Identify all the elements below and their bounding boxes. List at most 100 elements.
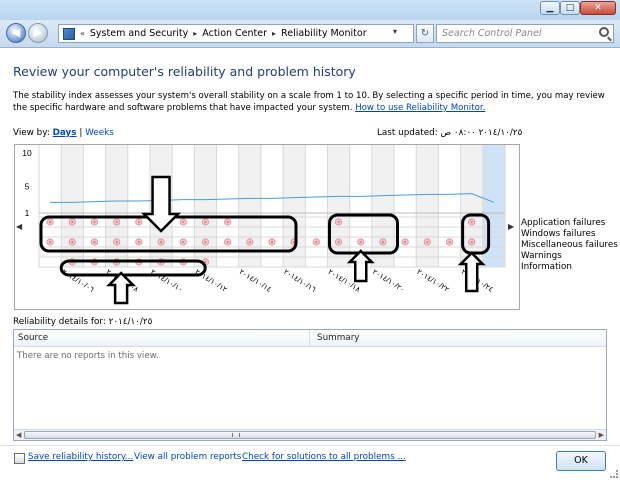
misc-failure-marker-glyph: × xyxy=(93,240,96,246)
legend-application-failures: Application failures xyxy=(521,218,606,228)
legend-windows-failures: Windows failures xyxy=(521,229,596,239)
title-bar: ▁ □ ✕ xyxy=(0,0,620,20)
misc-failure-marker-glyph: × xyxy=(315,240,318,246)
breadcrumb-separator-icon[interactable]: ▸ xyxy=(272,29,276,38)
column-shade xyxy=(238,145,261,267)
column-shade xyxy=(194,145,217,267)
minimize-button[interactable]: ▁ xyxy=(540,1,560,15)
column-shade xyxy=(105,145,128,267)
help-link[interactable]: How to use Reliability Monitor. xyxy=(355,103,485,113)
misc-failure-marker-glyph: × xyxy=(182,240,185,246)
x-tick-label: ٢٠١٤/١٠/٢٠ xyxy=(371,267,407,294)
search-icon[interactable] xyxy=(599,27,609,37)
y-tick-label: 10 xyxy=(22,148,32,158)
scrollbar-thumb[interactable] xyxy=(24,431,596,439)
check-solutions-link[interactable]: Check for solutions to all problems ... xyxy=(242,452,406,462)
x-tick-label: ٢٠١٤/١٠/١٤ xyxy=(238,267,274,294)
last-updated-value: ٢٠١٤/١٠/٢٥ ٠٨:٠٠ ص xyxy=(440,128,523,138)
scroll-left-icon[interactable]: ◀ xyxy=(16,430,21,440)
close-button[interactable]: ✕ xyxy=(580,1,616,15)
misc-failure-marker-glyph: × xyxy=(204,240,207,246)
address-dropdown-icon[interactable]: ▾ xyxy=(393,27,397,36)
save-icon xyxy=(14,453,25,464)
application-failure-marker-glyph: × xyxy=(204,220,207,226)
last-updated: Last updated: ٢٠١٤/١٠/٢٥ ٠٨:٠٠ ص xyxy=(377,128,522,138)
view-weeks-link[interactable]: Weeks xyxy=(85,128,114,138)
x-tick-label: ٢٠١٤/١٠/٠٦ xyxy=(60,267,96,294)
breadcrumb-action-center[interactable]: Action Center xyxy=(202,28,267,39)
misc-failure-marker-glyph: × xyxy=(426,240,429,246)
search-input[interactable]: Search Control Panel xyxy=(436,24,614,43)
save-history-link[interactable]: Save reliability history... xyxy=(28,452,133,462)
x-tick-label: ٢٠١٤/١٠/١٦ xyxy=(282,267,318,294)
horizontal-scrollbar[interactable]: ◀ ▶ xyxy=(14,429,606,440)
search-placeholder: Search Control Panel xyxy=(442,28,542,39)
annotation-arrow-up xyxy=(346,249,375,283)
details-label: Reliability details for: ٢٠١٤/١٠/٢٥ xyxy=(13,317,153,327)
column-shade xyxy=(61,145,84,267)
application-failure-marker-glyph: × xyxy=(182,220,185,226)
resize-grip-icon[interactable] xyxy=(610,470,618,478)
breadcrumb-reliability-monitor[interactable]: Reliability Monitor xyxy=(281,28,367,39)
misc-failure-marker-glyph: × xyxy=(71,240,74,246)
view-by: View by: Days | Weeks xyxy=(13,128,114,138)
footer: Save reliability history... View all pro… xyxy=(0,445,620,480)
column-summary[interactable]: Summary xyxy=(317,333,360,343)
view-all-reports-link[interactable]: View all problem reports xyxy=(134,452,241,462)
scroll-right-icon[interactable]: ▶ xyxy=(599,430,604,440)
chart-scroll-left-icon[interactable]: ◀ xyxy=(16,222,22,231)
column-source[interactable]: Source xyxy=(18,333,48,343)
reliability-chart[interactable]: 10 5 1 × × × × × × × × × × × × × × × × × × × × × × × × × × × × × × × × × × × ×… xyxy=(14,144,520,310)
misc-failure-marker-glyph: × xyxy=(337,240,340,246)
application-failure-marker-glyph: × xyxy=(337,220,340,226)
application-failure-marker-glyph: × xyxy=(137,220,140,226)
ok-button[interactable]: OK xyxy=(556,451,606,471)
legend-miscellaneous-failures: Miscellaneous failures xyxy=(521,240,618,250)
misc-failure-marker-glyph: × xyxy=(448,240,451,246)
breadcrumb-overflow-icon[interactable]: « xyxy=(80,29,85,38)
x-tick-label: ٢٠١٤/١٠/١٠ xyxy=(149,267,185,294)
navigation-bar: ◀ ▶ « System and Security ▸ Action Cente… xyxy=(0,20,620,48)
application-failure-marker-glyph: × xyxy=(226,220,229,226)
misc-failure-marker-glyph: × xyxy=(248,240,251,246)
view-separator: | xyxy=(79,128,83,138)
back-button[interactable]: ◀ xyxy=(6,23,26,43)
application-failure-marker-glyph: × xyxy=(71,220,74,226)
refresh-button[interactable]: ↻ xyxy=(416,24,434,43)
scroll-grip xyxy=(232,433,240,437)
forward-button[interactable]: ▶ xyxy=(28,23,48,43)
description-text: The stability index assesses your system… xyxy=(13,91,605,113)
misc-failure-marker-glyph: × xyxy=(470,240,473,246)
misc-failure-marker-glyph: × xyxy=(160,240,163,246)
x-tick-label: ٢٠١٤/١٠/١٢ xyxy=(193,267,229,294)
address-bar[interactable]: « System and Security ▸ Action Center ▸ … xyxy=(58,24,414,43)
misc-failure-marker-glyph: × xyxy=(137,240,140,246)
misc-failure-marker-glyph: × xyxy=(226,240,229,246)
page-description: The stability index assesses your system… xyxy=(13,90,611,114)
reliability-chart-svg: 1051× × × × × × × × × ×× × × × × × × × × × × × × × × × × × × ×× × × × × ×… xyxy=(22,145,506,305)
application-failure-marker-glyph: × xyxy=(470,220,473,226)
column-shade xyxy=(416,145,439,267)
view-days-link[interactable]: Days xyxy=(53,128,77,138)
misc-failure-marker-glyph: × xyxy=(115,240,118,246)
y-tick-label: 1 xyxy=(25,208,30,218)
breadcrumb-system-and-security[interactable]: System and Security xyxy=(90,28,188,39)
misc-failure-marker-glyph: × xyxy=(404,240,407,246)
legend-information: Information xyxy=(521,262,572,272)
application-failure-marker-glyph: × xyxy=(115,220,118,226)
legend-warnings: Warnings xyxy=(521,251,562,261)
misc-failure-marker-glyph: × xyxy=(271,240,274,246)
x-tick-label: ٢٠١٤/١٠/٢٢ xyxy=(415,267,451,294)
column-shade xyxy=(371,145,395,267)
misc-failure-marker-glyph: × xyxy=(49,240,52,246)
application-failure-marker-glyph: × xyxy=(49,220,52,226)
chart-scroll-right-icon[interactable]: ▶ xyxy=(508,222,514,231)
annotation-arrow-down xyxy=(141,175,182,233)
y-tick-label: 5 xyxy=(25,181,30,191)
details-table: Source Summary There are no reports in t… xyxy=(13,329,607,441)
column-divider[interactable] xyxy=(309,330,310,347)
page-title: Review your computer's reliability and p… xyxy=(13,64,356,79)
misc-failure-marker-glyph: × xyxy=(381,240,384,246)
breadcrumb-separator-icon[interactable]: ▸ xyxy=(193,29,197,38)
maximize-button[interactable]: □ xyxy=(560,1,580,15)
